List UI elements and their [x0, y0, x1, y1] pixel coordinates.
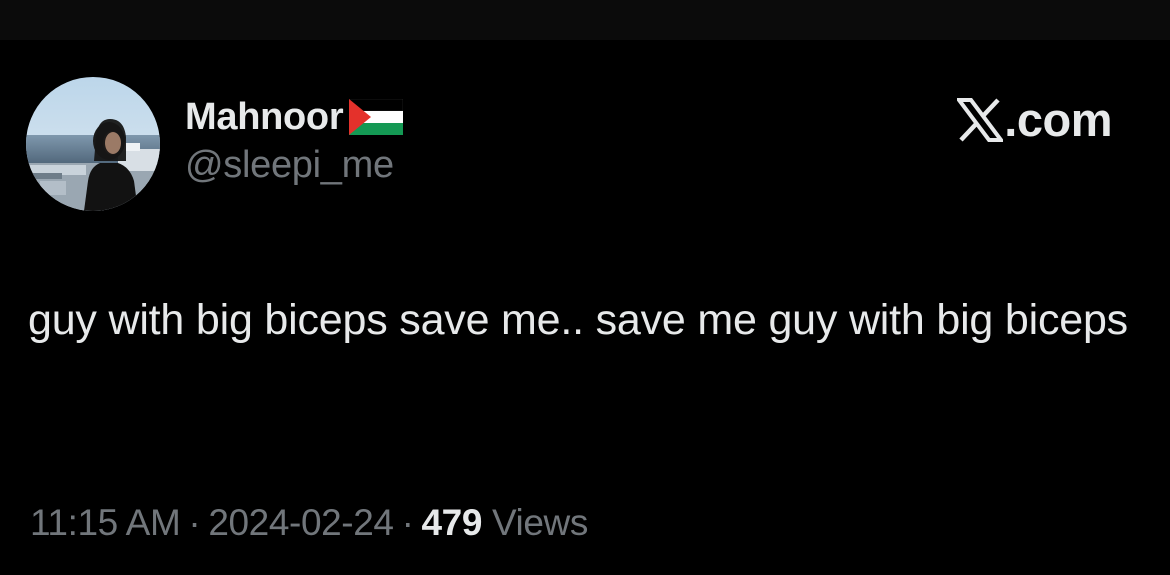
- author-handle[interactable]: @sleepi_me: [185, 144, 403, 187]
- tweet-date[interactable]: 2024-02-24: [208, 502, 394, 543]
- palestine-flag-icon: [349, 98, 404, 135]
- tweet-time[interactable]: 11:15 AM: [30, 502, 181, 543]
- display-name[interactable]: Mahnoor: [185, 96, 344, 139]
- avatar[interactable]: [26, 77, 160, 211]
- tweet-meta: 11:15 AM · 2024-02-24 · 479 Views: [30, 502, 588, 544]
- brand-watermark[interactable]: .com: [955, 92, 1112, 147]
- views-count[interactable]: 479: [422, 502, 483, 543]
- brand-text: .com: [1004, 93, 1112, 146]
- display-name-row: Mahnoor: [185, 92, 404, 142]
- tweet-card: Mahnoor @sleepi_me .com guy with big bic…: [0, 40, 1170, 575]
- top-bar: [0, 0, 1170, 40]
- avatar-photo: [26, 77, 160, 211]
- meta-separator: ·: [401, 502, 414, 543]
- x-logo-icon: [955, 97, 1006, 142]
- author-info[interactable]: Mahnoor @sleepi_me: [185, 92, 404, 187]
- views-label[interactable]: Views: [492, 502, 588, 543]
- meta-separator: ·: [188, 502, 201, 543]
- tweet-text: guy with big biceps save me.. save me gu…: [28, 296, 1128, 344]
